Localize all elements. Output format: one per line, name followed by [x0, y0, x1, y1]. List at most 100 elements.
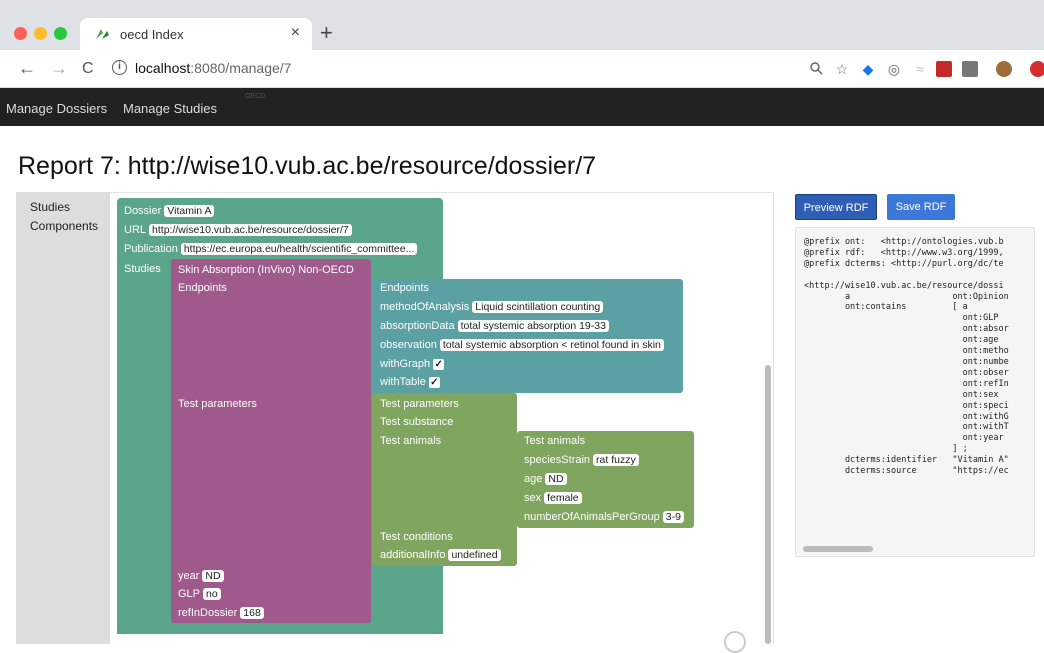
- glp-field[interactable]: no: [203, 588, 221, 600]
- app-navbar: Manage Dossiers Manage Studies OECD: [0, 88, 1044, 126]
- method-row: methodOfAnalysis Liquid scintillation cou…: [380, 301, 604, 314]
- absorption-field[interactable]: total systemic absorption 19-33: [457, 320, 609, 332]
- test-animals-title: Test animals: [524, 435, 586, 447]
- new-tab-icon[interactable]: +: [320, 22, 333, 44]
- with-table-row: withTable ✓: [380, 376, 440, 389]
- app-logo-icon: [96, 29, 109, 39]
- profile-avatar-icon[interactable]: [996, 61, 1012, 77]
- extension-shield-icon[interactable]: ◆: [860, 61, 876, 77]
- extension-gray-icon[interactable]: [962, 61, 978, 77]
- back-icon[interactable]: ←: [18, 59, 36, 77]
- nav-faint-label: OECD: [245, 93, 266, 100]
- study-endpoints-label: Endpoints: [178, 282, 227, 294]
- test-substance-label: Test substance: [380, 416, 454, 428]
- blockly-toolbox: Studies Components: [16, 192, 110, 644]
- workspace-vertical-scrollbar[interactable]: [765, 365, 771, 644]
- url-path: :8080/manage/7: [190, 60, 292, 76]
- address-bar[interactable]: localhost:8080/manage/7: [135, 60, 291, 76]
- absorption-label: absorptionData: [380, 320, 455, 332]
- sex-label: sex: [524, 492, 542, 504]
- browser-toolbar: ← → C i localhost:8080/manage/7 ☆ ◆ ◎ ≈: [0, 50, 1044, 88]
- species-field[interactable]: rat fuzzy: [593, 454, 639, 466]
- close-window-button[interactable]: [14, 27, 27, 40]
- observation-label: observation: [380, 339, 437, 351]
- url-host: localhost: [135, 60, 191, 76]
- study-title: Skin Absorption (InVivo) Non-OECD: [178, 264, 354, 276]
- additional-info-row: additionalInfo undefined: [380, 549, 501, 562]
- publication-field[interactable]: https://ec.europa.eu/health/scientific_c…: [180, 243, 418, 255]
- with-table-label: withTable: [380, 376, 426, 388]
- number-field[interactable]: 3-9: [662, 511, 684, 523]
- with-graph-checkbox[interactable]: ✓: [433, 359, 445, 370]
- study-test-parameters-label: Test parameters: [178, 398, 257, 410]
- year-row: year ND: [178, 570, 224, 583]
- ref-row: refInDossier 168: [178, 607, 264, 620]
- recenter-icon[interactable]: [724, 631, 746, 653]
- dossier-label: Dossier: [124, 205, 162, 217]
- species-label: speciesStrain: [524, 454, 591, 466]
- nav-manage-dossiers[interactable]: Manage Dossiers: [6, 101, 107, 116]
- maximize-window-button[interactable]: [54, 27, 67, 40]
- nav-manage-studies[interactable]: Manage Studies: [123, 101, 217, 116]
- study-block[interactable]: [171, 259, 371, 623]
- extension-circle-icon[interactable]: ◎: [886, 61, 902, 77]
- save-rdf-button[interactable]: Save RDF: [887, 194, 955, 220]
- age-field[interactable]: ND: [545, 473, 567, 485]
- test-parameters-title: Test parameters: [380, 398, 459, 410]
- glp-label: GLP: [178, 588, 201, 600]
- rdf-text: @prefix ont: <http://ontologies.vub.b @p…: [804, 237, 1009, 477]
- url-label: URL: [124, 224, 147, 236]
- publication-label: Publication: [124, 243, 178, 255]
- dossier-block-footer: [117, 624, 443, 634]
- toolbox-category-studies[interactable]: Studies: [16, 192, 110, 217]
- endpoints-title: Endpoints: [380, 282, 429, 294]
- absorption-row: absorptionData total systemic absorption …: [380, 320, 609, 333]
- dossier-row: Dossier Vitamin A: [124, 205, 215, 218]
- observation-row: observation total systemic absorption < r…: [380, 339, 664, 352]
- bookmark-star-icon[interactable]: ☆: [834, 61, 850, 77]
- sex-row: sex female: [524, 492, 582, 505]
- extension-red-circle-icon[interactable]: [1030, 61, 1044, 77]
- browser-tab[interactable]: oecd Index ×: [80, 18, 312, 50]
- additional-info-label: additionalInfo: [380, 549, 446, 561]
- preview-rdf-button[interactable]: Preview RDF: [795, 194, 877, 220]
- site-info-icon[interactable]: i: [112, 60, 127, 75]
- age-label: age: [524, 473, 543, 485]
- rdf-output: @prefix ont: <http://ontologies.vub.b @p…: [795, 227, 1035, 557]
- method-label: methodOfAnalysis: [380, 301, 470, 313]
- additional-info-field[interactable]: undefined: [448, 549, 501, 561]
- ref-field[interactable]: 168: [240, 607, 264, 619]
- tab-title: oecd Index: [120, 27, 184, 42]
- forward-icon[interactable]: →: [50, 59, 68, 77]
- page-title: Report 7: http://wise10.vub.ac.be/resour…: [18, 152, 597, 180]
- zoom-icon[interactable]: [808, 61, 824, 77]
- extension-red-icon[interactable]: [936, 61, 952, 77]
- sex-field[interactable]: female: [544, 492, 582, 504]
- publication-row: Publication https://ec.europa.eu/health/s…: [124, 243, 418, 256]
- with-graph-label: withGraph: [380, 358, 431, 370]
- age-row: age ND: [524, 473, 567, 486]
- method-field[interactable]: Liquid scintillation counting: [472, 301, 604, 313]
- with-table-checkbox[interactable]: ✓: [428, 377, 440, 388]
- rdf-horizontal-scrollbar[interactable]: [803, 546, 873, 552]
- tab-close-icon[interactable]: ×: [291, 24, 300, 42]
- number-label: numberOfAnimalsPerGroup: [524, 511, 660, 523]
- dossier-field[interactable]: Vitamin A: [164, 205, 215, 217]
- toolbox-category-components[interactable]: Components: [16, 217, 110, 236]
- minimize-window-button[interactable]: [34, 27, 47, 40]
- glp-row: GLP no: [178, 588, 221, 601]
- extension-wave-icon[interactable]: ≈: [912, 61, 928, 77]
- year-label: year: [178, 570, 200, 582]
- studies-label: Studies: [124, 263, 161, 275]
- observation-field[interactable]: total systemic absorption < retinol foun…: [439, 339, 664, 351]
- url-field[interactable]: http://wise10.vub.ac.be/resource/dossier…: [149, 224, 352, 236]
- with-graph-row: withGraph ✓: [380, 358, 445, 371]
- year-field[interactable]: ND: [202, 570, 224, 582]
- browser-tab-bar: oecd Index × +: [0, 0, 1044, 50]
- ref-label: refInDossier: [178, 607, 238, 619]
- species-row: speciesStrain rat fuzzy: [524, 454, 639, 467]
- test-conditions-label: Test conditions: [380, 531, 453, 543]
- number-row: numberOfAnimalsPerGroup 3-9: [524, 511, 684, 524]
- reload-icon[interactable]: C: [82, 60, 94, 78]
- url-row: URL http://wise10.vub.ac.be/resource/doss…: [124, 224, 352, 237]
